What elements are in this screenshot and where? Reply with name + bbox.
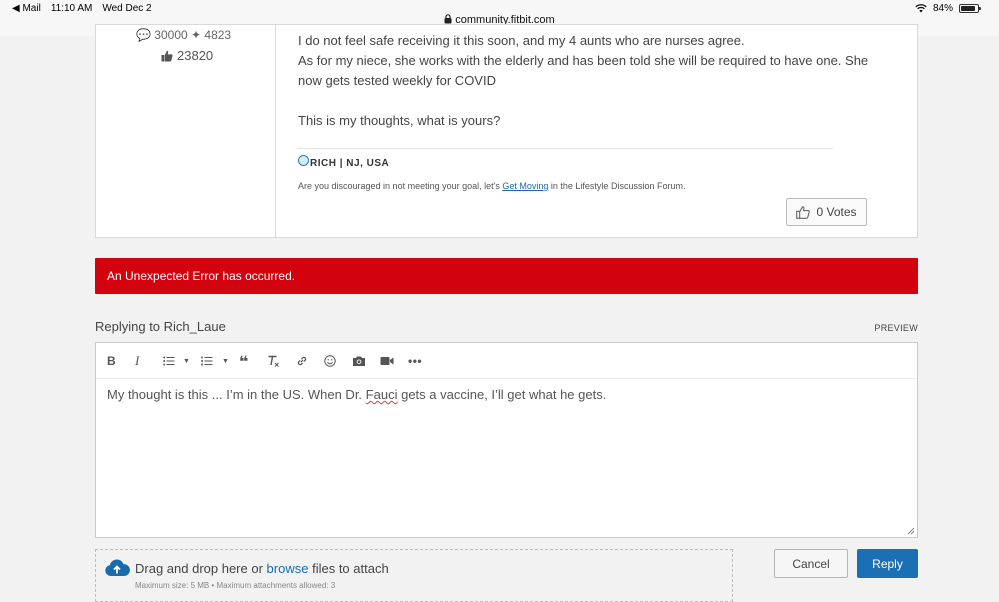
clear-format-icon (268, 355, 279, 367)
numbered-list-icon (201, 356, 213, 366)
status-right: 84% (915, 3, 981, 14)
attachment-limits: Maximum size: 5 MB • Maximum attachments… (135, 581, 336, 590)
resize-handle[interactable] (907, 527, 915, 535)
numbered-list-dropdown[interactable]: ▼ (222, 353, 229, 369)
editor-toolbar: B I ▼ ▼ ❝ ••• (96, 343, 917, 379)
link-button[interactable] (296, 353, 308, 369)
dropzone-text: Drag and drop here or browse files to at… (135, 561, 389, 576)
italic-button[interactable]: I (135, 353, 139, 369)
author-panel: 💬 30000 ✦ 4823 23820 (96, 25, 276, 237)
post-line-3: This is my thoughts, what is yours? (298, 113, 501, 128)
signature-divider (298, 148, 833, 149)
reply-button[interactable]: Reply (857, 549, 918, 578)
clear-format-button[interactable] (267, 353, 280, 369)
reply-title: Replying to Rich_Laue (95, 319, 226, 334)
editor-content[interactable]: My thought is this ... I’m in the US. Wh… (107, 387, 606, 402)
error-banner: An Unexpected Error has occurred. (95, 258, 918, 294)
emoji-button[interactable] (324, 353, 336, 369)
misspelled-word: Fauci (365, 387, 398, 402)
signature-name: RICH | NJ, USA (298, 154, 888, 174)
vote-button[interactable]: 0 Votes (786, 198, 867, 226)
status-time: 11:10 AM (50, 3, 93, 14)
camera-icon (353, 356, 365, 366)
reply-editor[interactable]: B I ▼ ▼ ❝ ••• My thought is this ... I’m… (95, 342, 918, 538)
lock-icon (444, 14, 452, 24)
speech-bubble-icon: 💬 (136, 28, 151, 42)
bullet-list-icon (163, 356, 175, 366)
battery-percent: 84% (932, 3, 953, 14)
browse-link[interactable]: browse (267, 561, 309, 576)
author-kudos: 23820 (161, 48, 213, 63)
bold-button[interactable]: B (107, 353, 116, 369)
globe-icon (298, 154, 309, 166)
status-date: Wed Dec 2 (102, 3, 152, 14)
cancel-button[interactable]: Cancel (774, 549, 848, 578)
post-line-1: I do not feel safe receiving it this soo… (298, 33, 745, 48)
thumbs-up-icon (161, 50, 173, 61)
link-icon (297, 356, 307, 366)
vote-count: 0 Votes (816, 205, 857, 219)
thumbs-up-outline-icon (796, 205, 811, 219)
attachment-dropzone[interactable]: Drag and drop here or browse files to at… (95, 549, 733, 602)
post-body: I do not feel safe receiving it this soo… (298, 31, 888, 196)
back-to-mail[interactable]: ◀ Mail (12, 3, 41, 14)
author-stats: 💬 30000 ✦ 4823 (136, 28, 232, 42)
cloud-upload-icon (105, 559, 130, 576)
signature-text: Are you discouraged in not meeting your … (298, 181, 686, 191)
photo-button[interactable] (352, 353, 366, 369)
video-camera-icon (380, 357, 394, 365)
status-left: ◀ Mail 11:10 AM Wed Dec 2 (12, 3, 152, 14)
battery-icon (959, 4, 981, 13)
wifi-icon (915, 4, 927, 13)
post-line-2: As for my niece, she works with the elde… (298, 53, 869, 88)
quote-icon[interactable]: ❝ (239, 354, 248, 371)
bullet-list-dropdown[interactable]: ▼ (183, 353, 190, 369)
more-options-button[interactable]: ••• (408, 353, 422, 369)
get-moving-link[interactable]: Get Moving (502, 181, 548, 191)
numbered-list-button[interactable] (201, 353, 213, 369)
kudos-count: 23820 (177, 48, 214, 63)
smiley-icon (324, 355, 336, 367)
video-button[interactable] (380, 353, 394, 369)
forum-post: 💬 30000 ✦ 4823 23820 I do not feel safe … (95, 24, 918, 238)
bullet-list-button[interactable] (163, 353, 175, 369)
preview-button[interactable]: PREVIEW (874, 323, 918, 333)
